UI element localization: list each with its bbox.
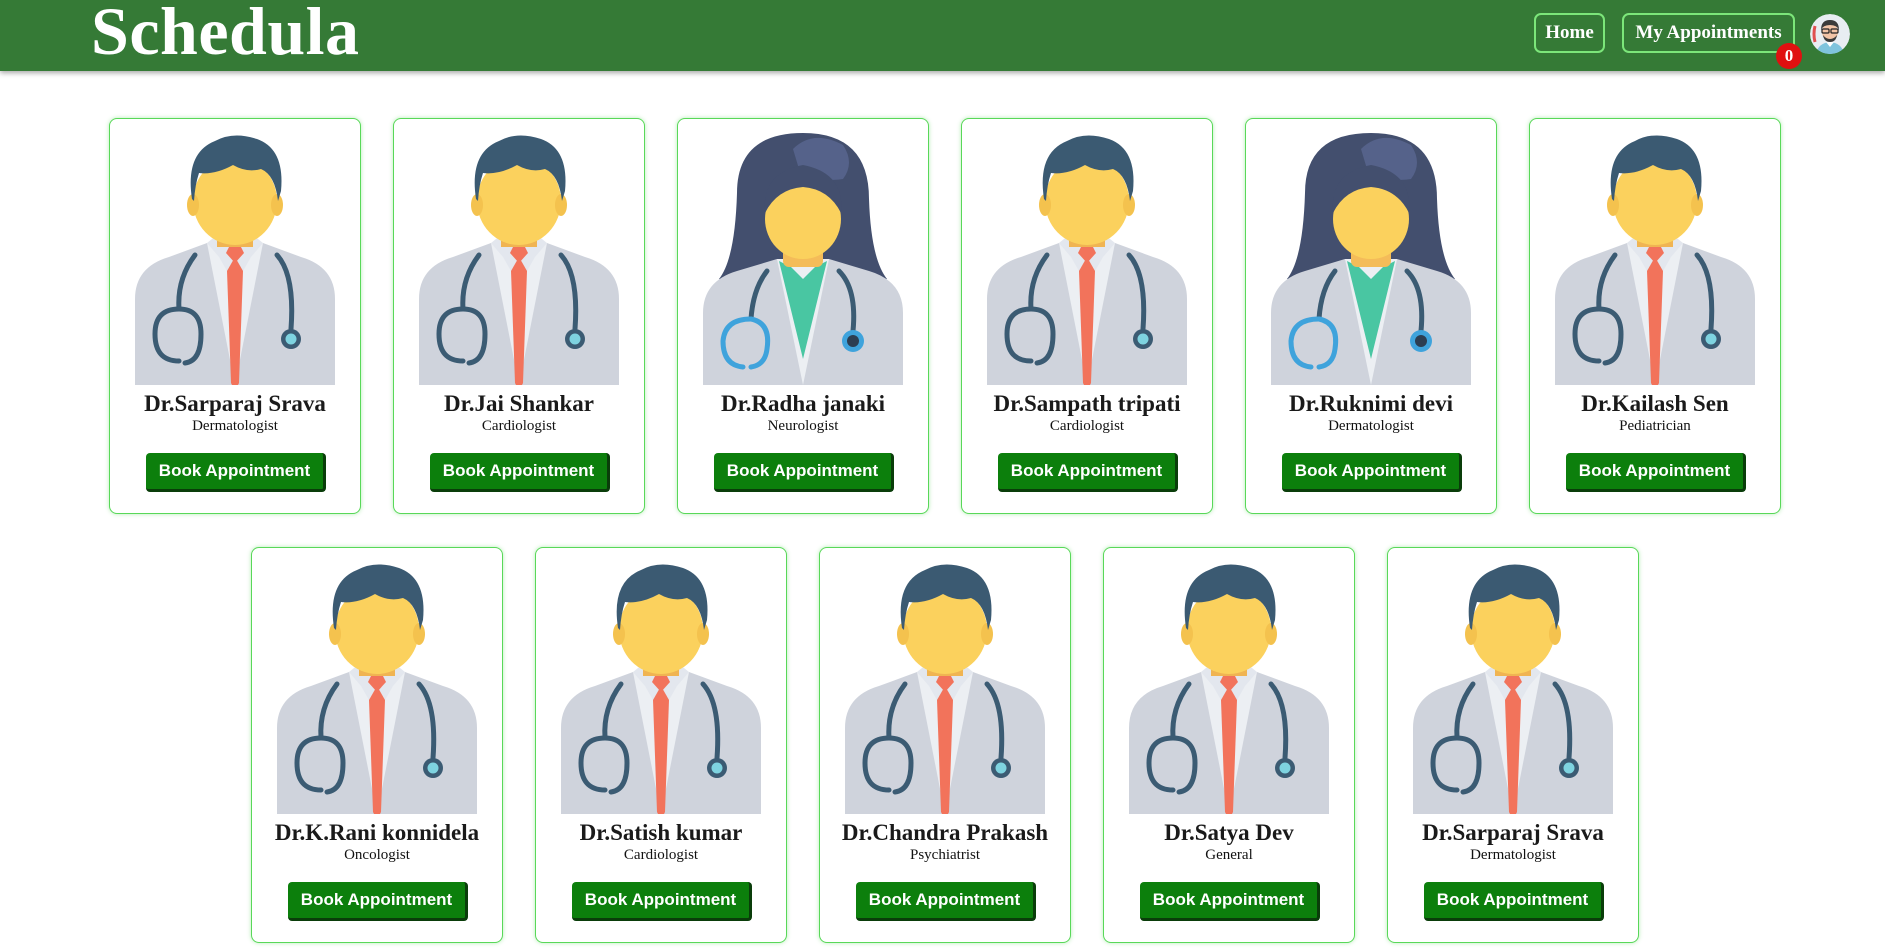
book-appointment-button[interactable]: Book Appointment bbox=[1140, 882, 1320, 921]
my-appointments-button[interactable]: My Appointments bbox=[1622, 13, 1795, 53]
doctor-specialty: Cardiologist bbox=[623, 847, 699, 863]
book-appointment-button[interactable]: Book Appointment bbox=[714, 453, 894, 492]
user-avatar-icon[interactable] bbox=[1810, 14, 1850, 54]
doctor-name: Dr.Satya Dev bbox=[1164, 820, 1294, 845]
book-appointment-button[interactable]: Book Appointment bbox=[1282, 453, 1462, 492]
doctor-card-10: Dr.Satya Dev General Book Appointment bbox=[1103, 547, 1355, 943]
doctor-specialty: Cardiologist bbox=[481, 418, 557, 434]
doctor-name: Dr.Radha janaki bbox=[720, 391, 886, 416]
home-button[interactable]: Home bbox=[1534, 13, 1605, 53]
book-appointment-button[interactable]: Book Appointment bbox=[998, 453, 1178, 492]
book-appointment-button[interactable]: Book Appointment bbox=[1566, 453, 1746, 492]
doctor-name: Dr.Chandra Prakash bbox=[841, 820, 1049, 845]
doctor-name: Dr.Sampath tripati bbox=[993, 391, 1181, 416]
doctor-name: Dr.Satish kumar bbox=[579, 820, 743, 845]
doctor-name: Dr.Ruknimi devi bbox=[1288, 391, 1454, 416]
top-navbar: Schedula Home My Appointments 0 bbox=[0, 0, 1885, 71]
book-appointment-button[interactable]: Book Appointment bbox=[1424, 882, 1604, 921]
male-doctor-icon bbox=[1413, 558, 1613, 820]
doctor-card-11: Dr.Sarparaj Srava Dermatologist Book App… bbox=[1387, 547, 1639, 943]
brand-logo-text[interactable]: Schedula bbox=[91, 0, 360, 66]
doctor-card-4: Dr.Sampath tripati Cardiologist Book App… bbox=[961, 118, 1213, 514]
male-doctor-icon bbox=[561, 558, 761, 820]
female-doctor-icon bbox=[703, 129, 903, 385]
book-appointment-button[interactable]: Book Appointment bbox=[572, 882, 752, 921]
doctor-name: Dr.K.Rani konnidela bbox=[274, 820, 480, 845]
doctor-card-8: Dr.Satish kumar Cardiologist Book Appoin… bbox=[535, 547, 787, 943]
doctor-name: Dr.Jai Shankar bbox=[444, 391, 594, 416]
male-doctor-icon bbox=[419, 129, 619, 391]
doctor-card-1: Dr.Sarparaj Srava Dermatologist Book App… bbox=[109, 118, 361, 514]
doctor-card-3: Dr.Radha janaki Neurologist Book Appoint… bbox=[677, 118, 929, 514]
doctor-specialty: Cardiologist bbox=[1049, 418, 1125, 434]
male-doctor-icon bbox=[277, 558, 477, 820]
doctor-card-9: Dr.Chandra Prakash Psychiatrist Book App… bbox=[819, 547, 1071, 943]
male-doctor-icon bbox=[135, 129, 335, 391]
doctor-specialty: Dermatologist bbox=[1328, 418, 1414, 434]
doctor-specialty: Oncologist bbox=[344, 847, 410, 863]
female-doctor-icon bbox=[1271, 129, 1471, 385]
book-appointment-button[interactable]: Book Appointment bbox=[430, 453, 610, 492]
doctor-specialty: Dermatologist bbox=[1470, 847, 1556, 863]
doctor-specialty: Neurologist bbox=[767, 418, 839, 434]
male-doctor-icon bbox=[1129, 558, 1329, 820]
book-appointment-button[interactable]: Book Appointment bbox=[856, 882, 1036, 921]
doctor-specialty: Pediatrician bbox=[1619, 418, 1691, 434]
male-doctor-icon bbox=[1555, 129, 1755, 391]
doctor-card-2: Dr.Jai Shankar Cardiologist Book Appoint… bbox=[393, 118, 645, 514]
doctor-name: Dr.Kailash Sen bbox=[1581, 391, 1729, 416]
book-appointment-button[interactable]: Book Appointment bbox=[146, 453, 326, 492]
appointments-count-badge: 0 bbox=[1776, 43, 1802, 69]
doctor-name: Dr.Sarparaj Srava bbox=[144, 391, 326, 416]
male-doctor-icon bbox=[845, 558, 1045, 820]
book-appointment-button[interactable]: Book Appointment bbox=[288, 882, 468, 921]
male-doctor-icon bbox=[987, 129, 1187, 391]
doctor-card-6: Dr.Kailash Sen Pediatrician Book Appoint… bbox=[1529, 118, 1781, 514]
doctor-specialty: General bbox=[1205, 847, 1253, 863]
doctor-card-5: Dr.Ruknimi devi Dermatologist Book Appoi… bbox=[1245, 118, 1497, 514]
doctor-card-7: Dr.K.Rani konnidela Oncologist Book Appo… bbox=[251, 547, 503, 943]
doctor-specialty: Psychiatrist bbox=[910, 847, 980, 863]
doctor-name: Dr.Sarparaj Srava bbox=[1422, 820, 1604, 845]
doctor-specialty: Dermatologist bbox=[192, 418, 278, 434]
